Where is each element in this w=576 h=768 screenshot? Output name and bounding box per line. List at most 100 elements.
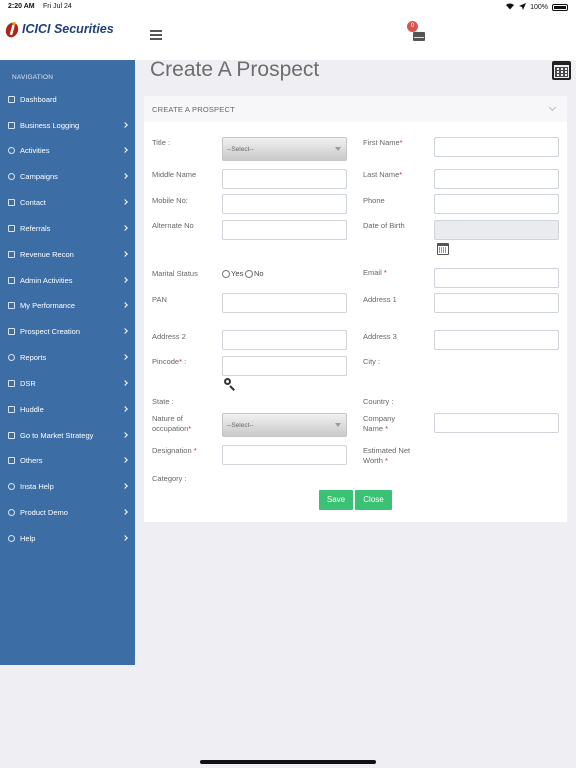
app-header: ICICI Securities 0 (0, 14, 576, 60)
address3-field[interactable] (434, 330, 559, 350)
power-icon (8, 482, 15, 490)
pan-field[interactable] (222, 293, 347, 313)
location-arrow-icon (519, 2, 527, 12)
chevron-right-icon (122, 432, 128, 438)
address1-field[interactable] (434, 293, 559, 313)
phone-field[interactable] (434, 194, 559, 214)
sidebar-item-insta-help[interactable]: Insta Help (0, 474, 135, 498)
sidebar-item-label: Contact (20, 197, 46, 207)
title-label: Title : (152, 138, 171, 147)
marital-yes-radio[interactable]: Yes (222, 269, 243, 278)
sidebar-item-go-to-market-strategy[interactable]: Go to Market Strategy (0, 423, 135, 447)
pincode-text: Pincode (152, 357, 180, 366)
save-button[interactable]: Save (319, 490, 353, 510)
home-indicator[interactable] (200, 760, 376, 764)
play-icon (8, 508, 15, 516)
dropdown-arrow-icon (335, 423, 341, 427)
status-bar: 2:20 AM Fri Jul 24 100% (0, 0, 576, 14)
first-name-field[interactable] (434, 137, 559, 157)
status-date: Fri Jul 24 (43, 3, 72, 10)
marital-no-radio[interactable]: No (245, 269, 264, 278)
last-name-field[interactable] (434, 169, 559, 189)
company-name-field[interactable] (434, 413, 559, 433)
chevron-right-icon (122, 380, 128, 386)
phone-label: Phone (363, 196, 385, 205)
state-label: State : (152, 397, 174, 406)
sidebar-item-label: Huddle (20, 404, 44, 414)
sidebar-item-admin-activities[interactable]: Admin Activities (0, 268, 135, 292)
sidebar-item-label: Campaigns (20, 171, 58, 181)
chevron-right-icon (122, 406, 128, 412)
sidebar-item-activities[interactable]: Activities (0, 138, 135, 162)
sidebar-item-dashboard[interactable]: Dashboard (0, 87, 135, 111)
sidebar-item-label: Prospect Creation (20, 326, 81, 336)
sidebar-item-label: Dashboard (20, 94, 57, 104)
sidebar-item-label: Product Demo (20, 507, 68, 517)
nature-line1: Nature of (152, 414, 183, 423)
required-mark: * (188, 424, 192, 433)
chevron-right-icon (122, 302, 128, 308)
notifications-button[interactable]: 0 (407, 21, 426, 41)
email-label: Email * (363, 268, 387, 278)
panel-header[interactable]: CREATE A PROSPECT (144, 96, 567, 122)
chevron-right-icon (122, 173, 128, 179)
sidebar-item-label: Admin Activities (20, 275, 73, 285)
sidebar-item-help[interactable]: Help (0, 526, 135, 550)
sidebar-item-others[interactable]: Others (0, 448, 135, 472)
sidebar-item-product-demo[interactable]: Product Demo (0, 500, 135, 524)
sidebar-item-campaigns[interactable]: Campaigns (0, 164, 135, 188)
company-line2: Name (363, 424, 384, 433)
envelope-icon (413, 32, 425, 41)
close-button[interactable]: Close (355, 490, 392, 510)
date-picker-icon[interactable] (437, 243, 449, 255)
date-of-birth-field[interactable] (434, 220, 559, 240)
shield-icon (8, 379, 15, 387)
sidebar: NAVIGATION Dashboard Business Logging Acti… (0, 60, 135, 665)
sidebar-item-label: DSR (20, 378, 36, 388)
title-select[interactable]: --Select-- (222, 137, 347, 161)
email-field[interactable] (434, 268, 559, 288)
chevron-right-icon (122, 251, 128, 257)
sidebar-item-reports[interactable]: Reports (0, 345, 135, 369)
page-title: Create A Prospect (150, 58, 320, 81)
key-icon (8, 121, 15, 129)
sidebar-item-prospect-creation[interactable]: Prospect Creation (0, 319, 135, 343)
sidebar-item-label: Insta Help (20, 481, 54, 491)
search-icon[interactable] (224, 378, 236, 391)
pan-label: PAN (152, 295, 167, 304)
sidebar-item-revenue-recon[interactable]: Revenue Recon (0, 242, 135, 266)
pincode-suffix: : (182, 357, 187, 366)
chevron-down-icon[interactable] (548, 103, 557, 112)
sidebar-item-my-performance[interactable]: My Performance (0, 293, 135, 317)
country-label: Country : (363, 397, 394, 406)
designation-field[interactable] (222, 445, 347, 465)
occupation-select-value: --Select-- (227, 422, 254, 429)
sidebar-item-label: Revenue Recon (20, 249, 74, 259)
chevron-right-icon (122, 225, 128, 231)
icici-logo-icon (4, 20, 20, 38)
sidebar-item-label: Others (20, 455, 43, 465)
calendar-icon[interactable] (552, 61, 571, 80)
pincode-field[interactable] (222, 356, 347, 376)
last-name-label: Last Name* (363, 170, 402, 180)
sidebar-item-business-logging[interactable]: Business Logging (0, 113, 135, 137)
list-icon (8, 456, 15, 464)
occupation-select[interactable]: --Select-- (222, 413, 347, 437)
chevron-right-icon (122, 354, 128, 360)
sidebar-item-dsr[interactable]: DSR (0, 371, 135, 395)
sidebar-item-huddle[interactable]: Huddle (0, 397, 135, 421)
hamburger-menu-icon[interactable] (150, 30, 162, 40)
chevron-right-icon (122, 147, 128, 153)
required-mark: * (399, 170, 403, 179)
middle-name-field[interactable] (222, 169, 347, 189)
required-mark: * (193, 446, 197, 455)
address2-field[interactable] (222, 330, 347, 350)
alternate-no-field[interactable] (222, 220, 347, 240)
notification-badge: 0 (407, 21, 418, 32)
sidebar-item-referrals[interactable]: Referrals (0, 216, 135, 240)
sidebar-item-label: Business Logging (20, 120, 80, 130)
sidebar-item-contact[interactable]: Contact (0, 190, 135, 214)
net-worth-label: Estimated Net Worth * (363, 446, 410, 466)
designation-text: Designation (152, 446, 192, 455)
mobile-no-field[interactable] (222, 194, 347, 214)
